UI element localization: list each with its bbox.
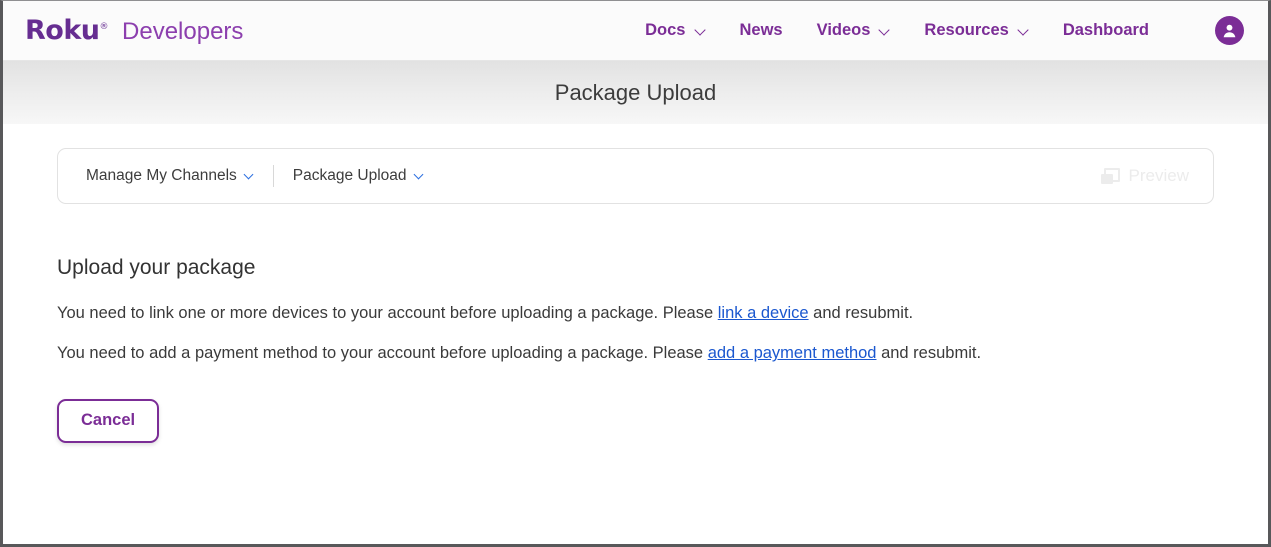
message-link-device-after: and resubmit. (808, 304, 914, 322)
nav-item-docs-label: Docs (645, 21, 686, 39)
registered-mark-icon: ® (99, 22, 109, 32)
breadcrumb-item-package-upload-label: Package Upload (292, 167, 407, 184)
link-a-device-link[interactable]: link a device (718, 304, 809, 322)
nav-item-dashboard-label: Dashboard (1062, 21, 1149, 39)
product-name: Developers (122, 18, 244, 45)
message-payment-method-after: and resubmit. (876, 344, 982, 363)
nav-item-docs[interactable]: Docs (645, 21, 705, 40)
nav-item-news[interactable]: News (740, 21, 783, 40)
nav-item-videos-label: Videos (816, 21, 871, 39)
nav-item-resources[interactable]: Resources (924, 21, 1028, 40)
user-account-icon[interactable] (1215, 16, 1244, 45)
message-link-device: You need to link one or more devices to … (57, 302, 1214, 324)
page-body: Manage My Channels Package Upload Previe… (3, 124, 1268, 443)
browser-viewport: Roku® Developers Docs News Videos Resour… (0, 0, 1271, 547)
page-title: Package Upload (554, 79, 717, 105)
site-header: Roku® Developers Docs News Videos Resour… (3, 1, 1268, 61)
page-title-banner: Package Upload (3, 61, 1268, 124)
breadcrumb-item-manage-my-channels[interactable]: Manage My Channels (86, 167, 254, 185)
message-link-device-before: You need to link one or more devices to … (57, 304, 718, 322)
breadcrumb-item-package-upload[interactable]: Package Upload (293, 167, 424, 185)
cancel-button[interactable]: Cancel (57, 398, 160, 443)
add-a-payment-method-link[interactable]: add a payment method (708, 344, 877, 362)
windows-copy-icon (1100, 168, 1120, 184)
main-content: Upload your package You need to link one… (3, 204, 1268, 443)
chevron-down-icon (244, 171, 254, 181)
message-payment-method: You need to add a payment method to your… (57, 342, 1214, 364)
chevron-down-icon (695, 25, 706, 36)
nav-item-dashboard[interactable]: Dashboard (1063, 21, 1149, 40)
nav-item-news-label: News (739, 21, 783, 39)
brand-logo-group[interactable]: Roku® Developers (25, 17, 243, 44)
section-heading: Upload your package (57, 256, 256, 279)
nav-item-resources-label: Resources (924, 21, 1009, 39)
breadcrumb: Manage My Channels Package Upload Previe… (57, 148, 1214, 204)
chevron-down-icon (1018, 25, 1029, 36)
main-navigation: Docs News Videos Resources Dashboard (645, 16, 1244, 45)
nav-item-videos[interactable]: Videos (817, 21, 891, 40)
roku-wordmark: Roku® (25, 15, 109, 46)
breadcrumb-divider (272, 165, 274, 187)
message-payment-method-before: You need to add a payment method to your… (57, 344, 708, 363)
roku-wordmark-text: Roku (25, 15, 100, 46)
preview-button-label: Preview (1128, 166, 1189, 185)
chevron-down-icon (414, 171, 424, 181)
preview-button: Preview (1100, 166, 1195, 186)
chevron-down-icon (879, 25, 890, 36)
breadcrumb-item-manage-my-channels-label: Manage My Channels (86, 167, 237, 184)
